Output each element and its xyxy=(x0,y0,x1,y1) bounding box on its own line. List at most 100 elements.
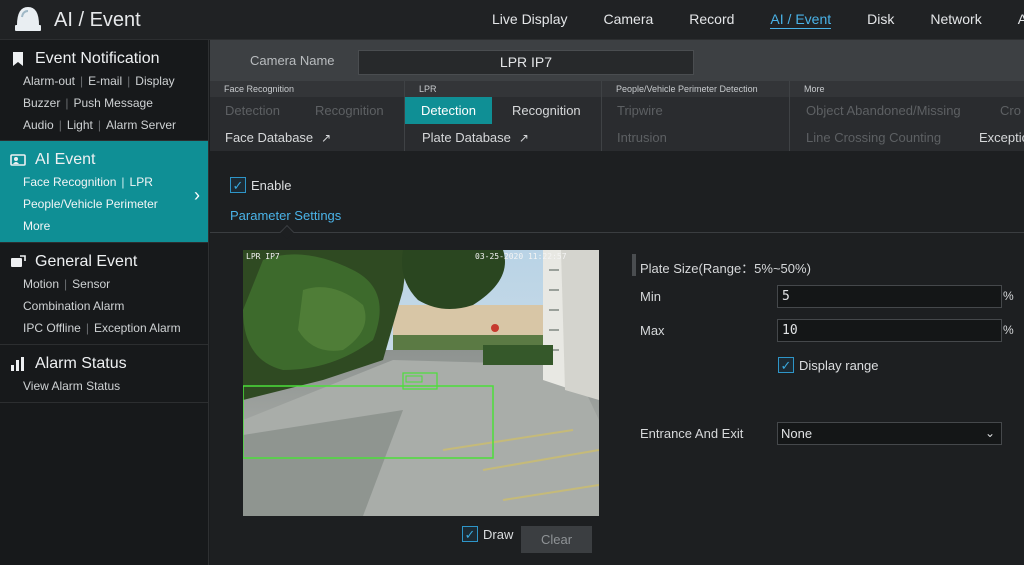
link-lpr[interactable]: LPR xyxy=(130,175,153,189)
link-sensor[interactable]: Sensor xyxy=(72,277,110,291)
camera-bar: Camera Name LPR IP7 xyxy=(210,40,1024,81)
draw-checkbox[interactable]: Draw xyxy=(462,526,513,542)
main-nav: Live Display Camera Record AI / Event Di… xyxy=(474,0,1024,40)
checkbox-checked-icon xyxy=(462,526,478,542)
section-marker xyxy=(632,254,636,276)
divider xyxy=(210,232,1024,233)
min-percent: % xyxy=(1003,289,1014,303)
link-face-recognition[interactable]: Face Recognition xyxy=(23,175,116,189)
content-panel: Camera Name LPR IP7 Face Recognition Det… xyxy=(210,40,1024,565)
checkbox-checked-icon xyxy=(778,357,794,373)
osd-camera-name: LPR IP7 xyxy=(246,252,280,261)
tab-group-header: More xyxy=(790,81,1024,97)
clear-button[interactable]: Clear xyxy=(521,526,592,553)
link-combination-alarm[interactable]: Combination Alarm xyxy=(23,299,124,313)
sidebar-head-event-notification[interactable]: Event Notification xyxy=(0,48,208,70)
sidebar-group-general-event: General Event Motion | Sensor Combination … xyxy=(0,243,208,345)
max-input[interactable]: 10 xyxy=(777,319,1002,342)
top-bar: AI / Event Live Display Camera Record AI… xyxy=(0,0,1024,40)
tab-group-perimeter: People/Vehicle Perimeter Detection Tripw… xyxy=(602,81,790,151)
external-link-icon: ↗ xyxy=(321,131,332,145)
link-audio[interactable]: Audio xyxy=(23,118,54,132)
sidebar-links: Face Recognition | LPR People/Vehicle Peri… xyxy=(23,175,158,233)
enable-checkbox[interactable]: Enable xyxy=(230,177,291,193)
link-exception-alarm[interactable]: Exception Alarm xyxy=(94,321,181,335)
min-input[interactable]: 5 xyxy=(777,285,1002,308)
sidebar-links: View Alarm Status xyxy=(0,375,208,397)
link-ipc-offline[interactable]: IPC Offline xyxy=(23,321,81,335)
tab-intrusion[interactable]: Intrusion xyxy=(617,124,667,151)
nav-account[interactable]: Ac xyxy=(1000,0,1024,40)
sidebar-group-event-notification: Event Notification Alarm-out | E-mail | Disp… xyxy=(0,40,208,141)
link-motion[interactable]: Motion xyxy=(23,277,59,291)
nav-record[interactable]: Record xyxy=(671,0,752,40)
chevron-right-icon: › xyxy=(194,185,200,205)
nav-disk[interactable]: Disk xyxy=(849,0,912,40)
tab-crowd[interactable]: Cro xyxy=(1000,97,1021,124)
link-push-message[interactable]: Push Message xyxy=(73,96,152,110)
link-more[interactable]: More xyxy=(23,219,50,233)
tab-lpr-recognition[interactable]: Recognition xyxy=(512,97,581,124)
tab-face-detection[interactable]: Detection xyxy=(225,97,280,124)
link-alarm-server[interactable]: Alarm Server xyxy=(106,118,176,132)
nav-live-display[interactable]: Live Display xyxy=(474,0,585,40)
enable-label: Enable xyxy=(251,177,292,193)
camera-name-select[interactable]: LPR IP7 xyxy=(358,50,694,75)
link-buzzer[interactable]: Buzzer xyxy=(23,96,60,110)
link-light[interactable]: Light xyxy=(67,118,93,132)
sidebar-group-alarm-status: Alarm Status View Alarm Status xyxy=(0,345,208,403)
tab-face-database[interactable]: Face Database ↗ xyxy=(225,124,331,152)
tab-exception[interactable]: Exceptio xyxy=(979,124,1024,151)
function-tabs: Face Recognition Detection Recognition F… xyxy=(210,81,1024,151)
app-title: AI / Event xyxy=(54,9,141,31)
link-email[interactable]: E-mail xyxy=(88,74,122,88)
tab-group-more: More Object Abandoned/Missing Cro Line C… xyxy=(790,81,1024,151)
link-display[interactable]: Display xyxy=(135,74,174,88)
sidebar-group-ai-event: AI Event Face Recognition | LPR People/Veh… xyxy=(0,141,208,243)
tab-indicator xyxy=(279,224,295,240)
sidebar-head-alarm-status[interactable]: Alarm Status xyxy=(0,353,208,375)
max-label: Max xyxy=(640,323,665,338)
tab-group-header: People/Vehicle Perimeter Detection xyxy=(602,81,789,97)
display-range-checkbox[interactable]: Display range xyxy=(778,357,879,373)
checkbox-checked-icon xyxy=(230,177,246,193)
link-alarm-out[interactable]: Alarm-out xyxy=(23,74,75,88)
sidebar: Event Notification Alarm-out | E-mail | Disp… xyxy=(0,40,209,565)
tab-object-abandoned-missing[interactable]: Object Abandoned/Missing xyxy=(806,97,961,124)
tab-lpr-detection[interactable]: Detection xyxy=(405,97,492,124)
link-people-vehicle-perimeter[interactable]: People/Vehicle Perimeter xyxy=(23,197,158,211)
tab-group-lpr: LPR Detection Recognition Plate Database… xyxy=(405,81,602,151)
sidebar-title: Alarm Status xyxy=(35,355,127,372)
camera-preview[interactable]: LPR IP7 03-25-2020 11:22:57 xyxy=(243,250,599,516)
sidebar-links: Alarm-out | E-mail | Display Buzzer | Push Mes… xyxy=(23,74,176,132)
tab-plate-database[interactable]: Plate Database ↗ xyxy=(422,124,529,152)
general-event-icon xyxy=(11,255,26,267)
min-label: Min xyxy=(640,289,661,304)
sidebar-title: Event Notification xyxy=(35,50,160,67)
nav-camera[interactable]: Camera xyxy=(585,0,671,40)
sidebar-title: AI Event xyxy=(35,151,96,168)
camera-name-label: Camera Name xyxy=(250,53,335,68)
link-view-alarm-status[interactable]: View Alarm Status xyxy=(23,379,120,393)
tab-parameter-settings[interactable]: Parameter Settings xyxy=(230,208,341,223)
ai-camera-icon xyxy=(10,154,26,166)
max-percent: % xyxy=(1003,323,1014,337)
display-range-label: Display range xyxy=(799,357,879,373)
tab-group-header: LPR xyxy=(405,81,601,97)
entrance-exit-label: Entrance And Exit xyxy=(640,426,744,441)
tab-line-crossing-counting[interactable]: Line Crossing Counting xyxy=(806,124,941,151)
sidebar-head-general-event[interactable]: General Event xyxy=(0,251,208,273)
nav-ai-event[interactable]: AI / Event xyxy=(752,0,849,40)
sidebar-head-ai-event[interactable]: AI Event xyxy=(0,149,208,171)
osd-timestamp: 03-25-2020 11:22:57 xyxy=(475,252,567,261)
camera-scene xyxy=(243,250,599,516)
entrance-exit-value: None xyxy=(781,426,813,441)
tab-face-recognition[interactable]: Recognition xyxy=(315,97,384,124)
tab-tripwire[interactable]: Tripwire xyxy=(617,97,663,124)
plate-size-title: Plate Size(Range：5%~50%) xyxy=(640,261,811,276)
external-link-icon: ↗ xyxy=(518,131,529,145)
nav-network[interactable]: Network xyxy=(912,0,999,40)
alarm-light-icon xyxy=(15,7,41,31)
tab-group-header: Face Recognition xyxy=(210,81,404,97)
entrance-exit-select[interactable]: None ⌄ xyxy=(777,422,1002,445)
